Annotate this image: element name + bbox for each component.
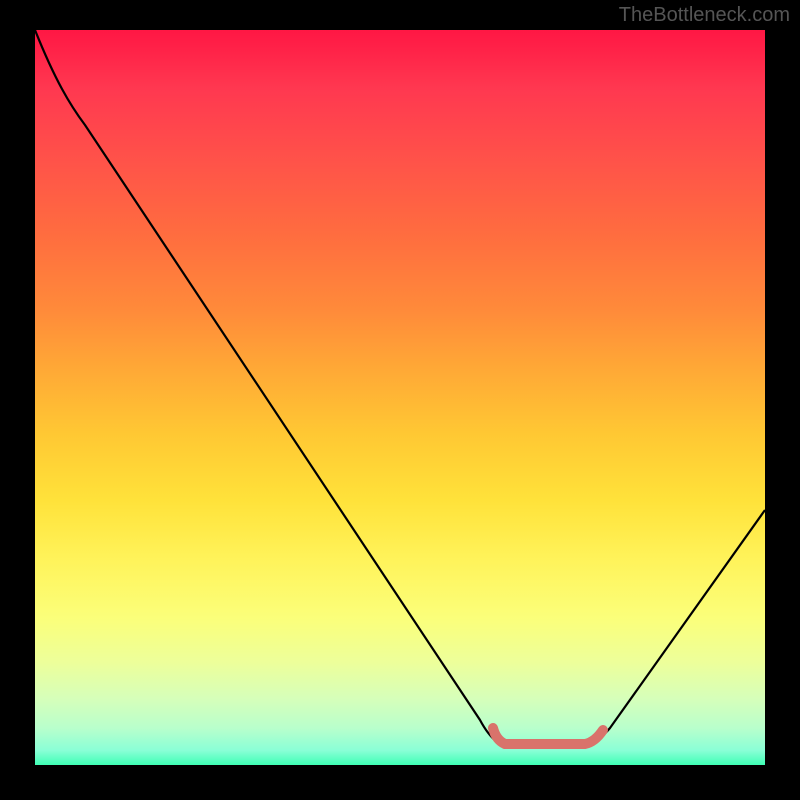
chart-svg: [35, 30, 765, 765]
watermark-text: TheBottleneck.com: [619, 4, 790, 27]
chart-plot-area: [35, 30, 765, 765]
optimal-zone-highlight: [493, 728, 603, 744]
bottleneck-curve-line: [35, 30, 765, 742]
